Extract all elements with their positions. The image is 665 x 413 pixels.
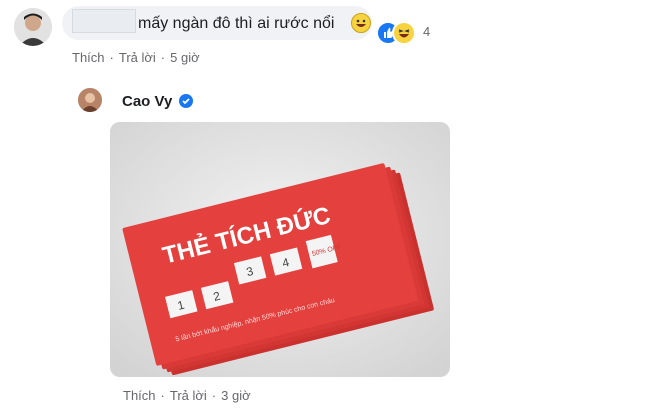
redacted-username xyxy=(72,9,136,33)
comment-actions: Thích · Trả lời · 5 giờ xyxy=(72,50,200,65)
reaction-summary[interactable]: 4 xyxy=(376,21,434,45)
timestamp-link[interactable]: 5 giờ xyxy=(170,50,200,65)
verified-badge-icon xyxy=(179,94,193,108)
reply-link[interactable]: Trả lời xyxy=(119,50,156,65)
replier-avatar[interactable] xyxy=(78,88,102,112)
reply-link[interactable]: Trả lời xyxy=(170,388,207,403)
haha-reaction-icon xyxy=(392,21,416,45)
like-link[interactable]: Thích xyxy=(123,388,156,403)
reply-actions: Thích · Trả lời · 3 giờ xyxy=(123,388,251,403)
commenter-avatar[interactable] xyxy=(14,8,52,46)
reaction-count: 4 xyxy=(423,24,431,39)
like-link[interactable]: Thích xyxy=(72,50,105,65)
timestamp-link[interactable]: 3 giờ xyxy=(221,388,251,403)
comment-text: mấy ngàn đô thì ai rước nổi xyxy=(138,15,335,32)
reply-image[interactable]: THẺ TÍCH ĐỨC 3 4 50% OFF 1 2 5 lần bớt k… xyxy=(110,122,450,377)
grinning-face-icon xyxy=(351,13,371,33)
replier-name[interactable]: Cao Vy xyxy=(122,93,172,110)
